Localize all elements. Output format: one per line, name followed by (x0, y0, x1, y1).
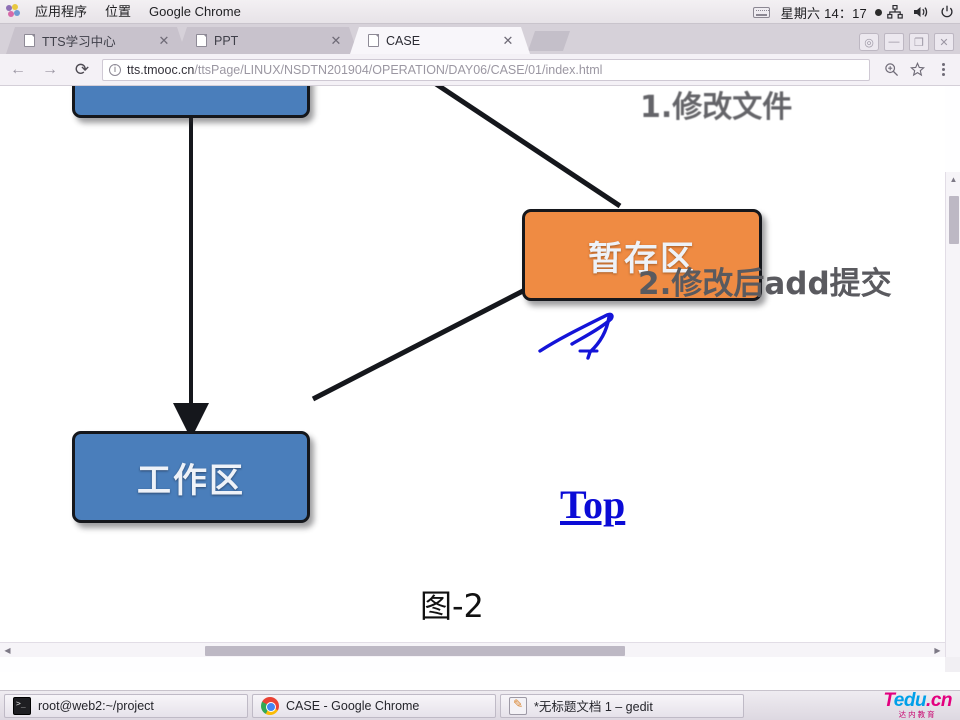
browser-tab-ppt[interactable]: PPT ✕ (178, 27, 358, 54)
applications-menu[interactable]: 应用程序 (26, 0, 96, 24)
kebab-menu-icon[interactable] (930, 57, 956, 83)
back-button[interactable]: ← (4, 56, 32, 84)
screen-root: 应用程序 位置 Google Chrome 星期六 14：17 TTS学习中心 … (0, 0, 960, 720)
profile-icon[interactable]: ◎ (859, 33, 879, 51)
applications-icon[interactable] (6, 4, 21, 19)
scrollbar-corner (945, 657, 960, 672)
chrome-icon (261, 696, 279, 715)
top-anchor-link[interactable]: Top (560, 481, 625, 528)
vertical-scroll-thumb[interactable] (949, 196, 959, 244)
browser-tab-strip: TTS学习中心 ✕ PPT ✕ CASE ✕ ◎ — ❐ ✕ (0, 24, 960, 54)
gedit-icon (509, 696, 527, 715)
horizontal-scrollbar[interactable]: ◀ ▶ (0, 642, 945, 657)
tab-close-icon[interactable]: ✕ (328, 33, 344, 49)
new-tab-button[interactable] (528, 31, 570, 51)
star-icon[interactable] (904, 57, 930, 83)
tab-title: CASE (386, 33, 421, 48)
places-menu[interactable]: 位置 (96, 0, 140, 24)
diagram-connectors (173, 86, 643, 439)
page-favicon (368, 34, 379, 47)
keyboard-icon[interactable] (749, 0, 775, 24)
scroll-right-icon[interactable]: ▶ (930, 643, 945, 658)
scroll-left-icon[interactable]: ◀ (0, 643, 15, 658)
page-content: 工作区 暂存区 1.修改文件 2.修改后add提交 Top 图-2 ◀ ▶ (0, 86, 945, 657)
system-tray: 星期六 14：17 (749, 0, 960, 24)
power-icon[interactable] (934, 0, 960, 24)
tab-close-icon[interactable]: ✕ (500, 33, 516, 49)
taskbar-item-chrome[interactable]: CASE - Google Chrome (252, 693, 496, 718)
maximize-button[interactable]: ❐ (909, 33, 929, 51)
tedu-logo: Tedu.cn 达内教育 (883, 691, 952, 719)
browser-tab-tts[interactable]: TTS学习中心 ✕ (6, 27, 186, 54)
url-path: /ttsPage/LINUX/NSDTN201904/OPERATION/DAY… (194, 62, 603, 77)
toolbar-actions (878, 57, 960, 83)
forward-button[interactable]: → (36, 56, 64, 84)
browser-tab-case[interactable]: CASE ✕ (350, 27, 530, 54)
logo-text-b: edu (893, 689, 927, 711)
recording-dot-icon (875, 8, 882, 16)
terminal-icon (13, 696, 31, 715)
scroll-up-icon[interactable]: ▲ (946, 172, 960, 187)
address-bar[interactable]: i tts.tmooc.cn /ttsPage/LINUX/NSDTN20190… (102, 58, 870, 81)
logo-text-c: .cn (926, 689, 952, 711)
taskbar-item-terminal[interactable]: root@web2:~/project (4, 693, 248, 718)
vertical-scrollbar[interactable]: ▲ ▼ (945, 172, 960, 672)
page-favicon (196, 34, 207, 47)
minimize-button[interactable]: — (884, 33, 904, 51)
logo-text-a: T (883, 689, 894, 711)
taskbar-item-gedit[interactable]: *无标题文档 1 – gedit (500, 693, 744, 718)
page-favicon (24, 34, 35, 47)
figure-caption: 图-2 (420, 587, 484, 625)
taskbar-item-label: CASE - Google Chrome (286, 698, 420, 713)
close-button[interactable]: ✕ (934, 33, 954, 51)
horizontal-scroll-thumb[interactable] (205, 646, 625, 656)
diagram-node-workspace: 工作区 (72, 431, 310, 523)
browser-toolbar: ← → ⟳ i tts.tmooc.cn /ttsPage/LINUX/NSDT… (0, 54, 960, 86)
search-plus-icon[interactable] (878, 57, 904, 83)
taskbar-item-label: root@web2:~/project (38, 698, 154, 713)
diagram-step2-text: 2.修改后add提交 (638, 266, 892, 302)
node-label: 工作区 (137, 460, 245, 501)
reload-button[interactable]: ⟳ (68, 56, 96, 84)
active-application-name[interactable]: Google Chrome (140, 0, 250, 24)
desktop-taskbar: root@web2:~/project CASE - Google Chrome… (0, 690, 960, 720)
tab-close-icon[interactable]: ✕ (156, 33, 172, 49)
taskbar-item-label: *无标题文档 1 – gedit (534, 700, 653, 714)
logo-subtitle: 达内教育 (898, 709, 937, 719)
tab-title: PPT (214, 33, 239, 48)
panel-menus: 应用程序 位置 Google Chrome (0, 0, 250, 23)
page-viewport: 工作区 暂存区 1.修改文件 2.修改后add提交 Top 图-2 ◀ ▶ ▲ … (0, 86, 960, 672)
volume-icon[interactable] (908, 0, 934, 24)
site-info-icon[interactable]: i (109, 63, 121, 76)
window-controls: ◎ — ❐ ✕ (859, 33, 954, 51)
tab-title: TTS学习中心 (42, 35, 116, 49)
panel-clock[interactable]: 星期六 14：17 (775, 3, 873, 22)
diagram-cut-text-top: 1.修改文件 (640, 90, 793, 125)
url-host: tts.tmooc.cn (127, 62, 195, 77)
diagram-node-repository (72, 86, 310, 118)
desktop-top-panel: 应用程序 位置 Google Chrome 星期六 14：17 (0, 0, 960, 24)
network-icon[interactable] (882, 0, 908, 24)
